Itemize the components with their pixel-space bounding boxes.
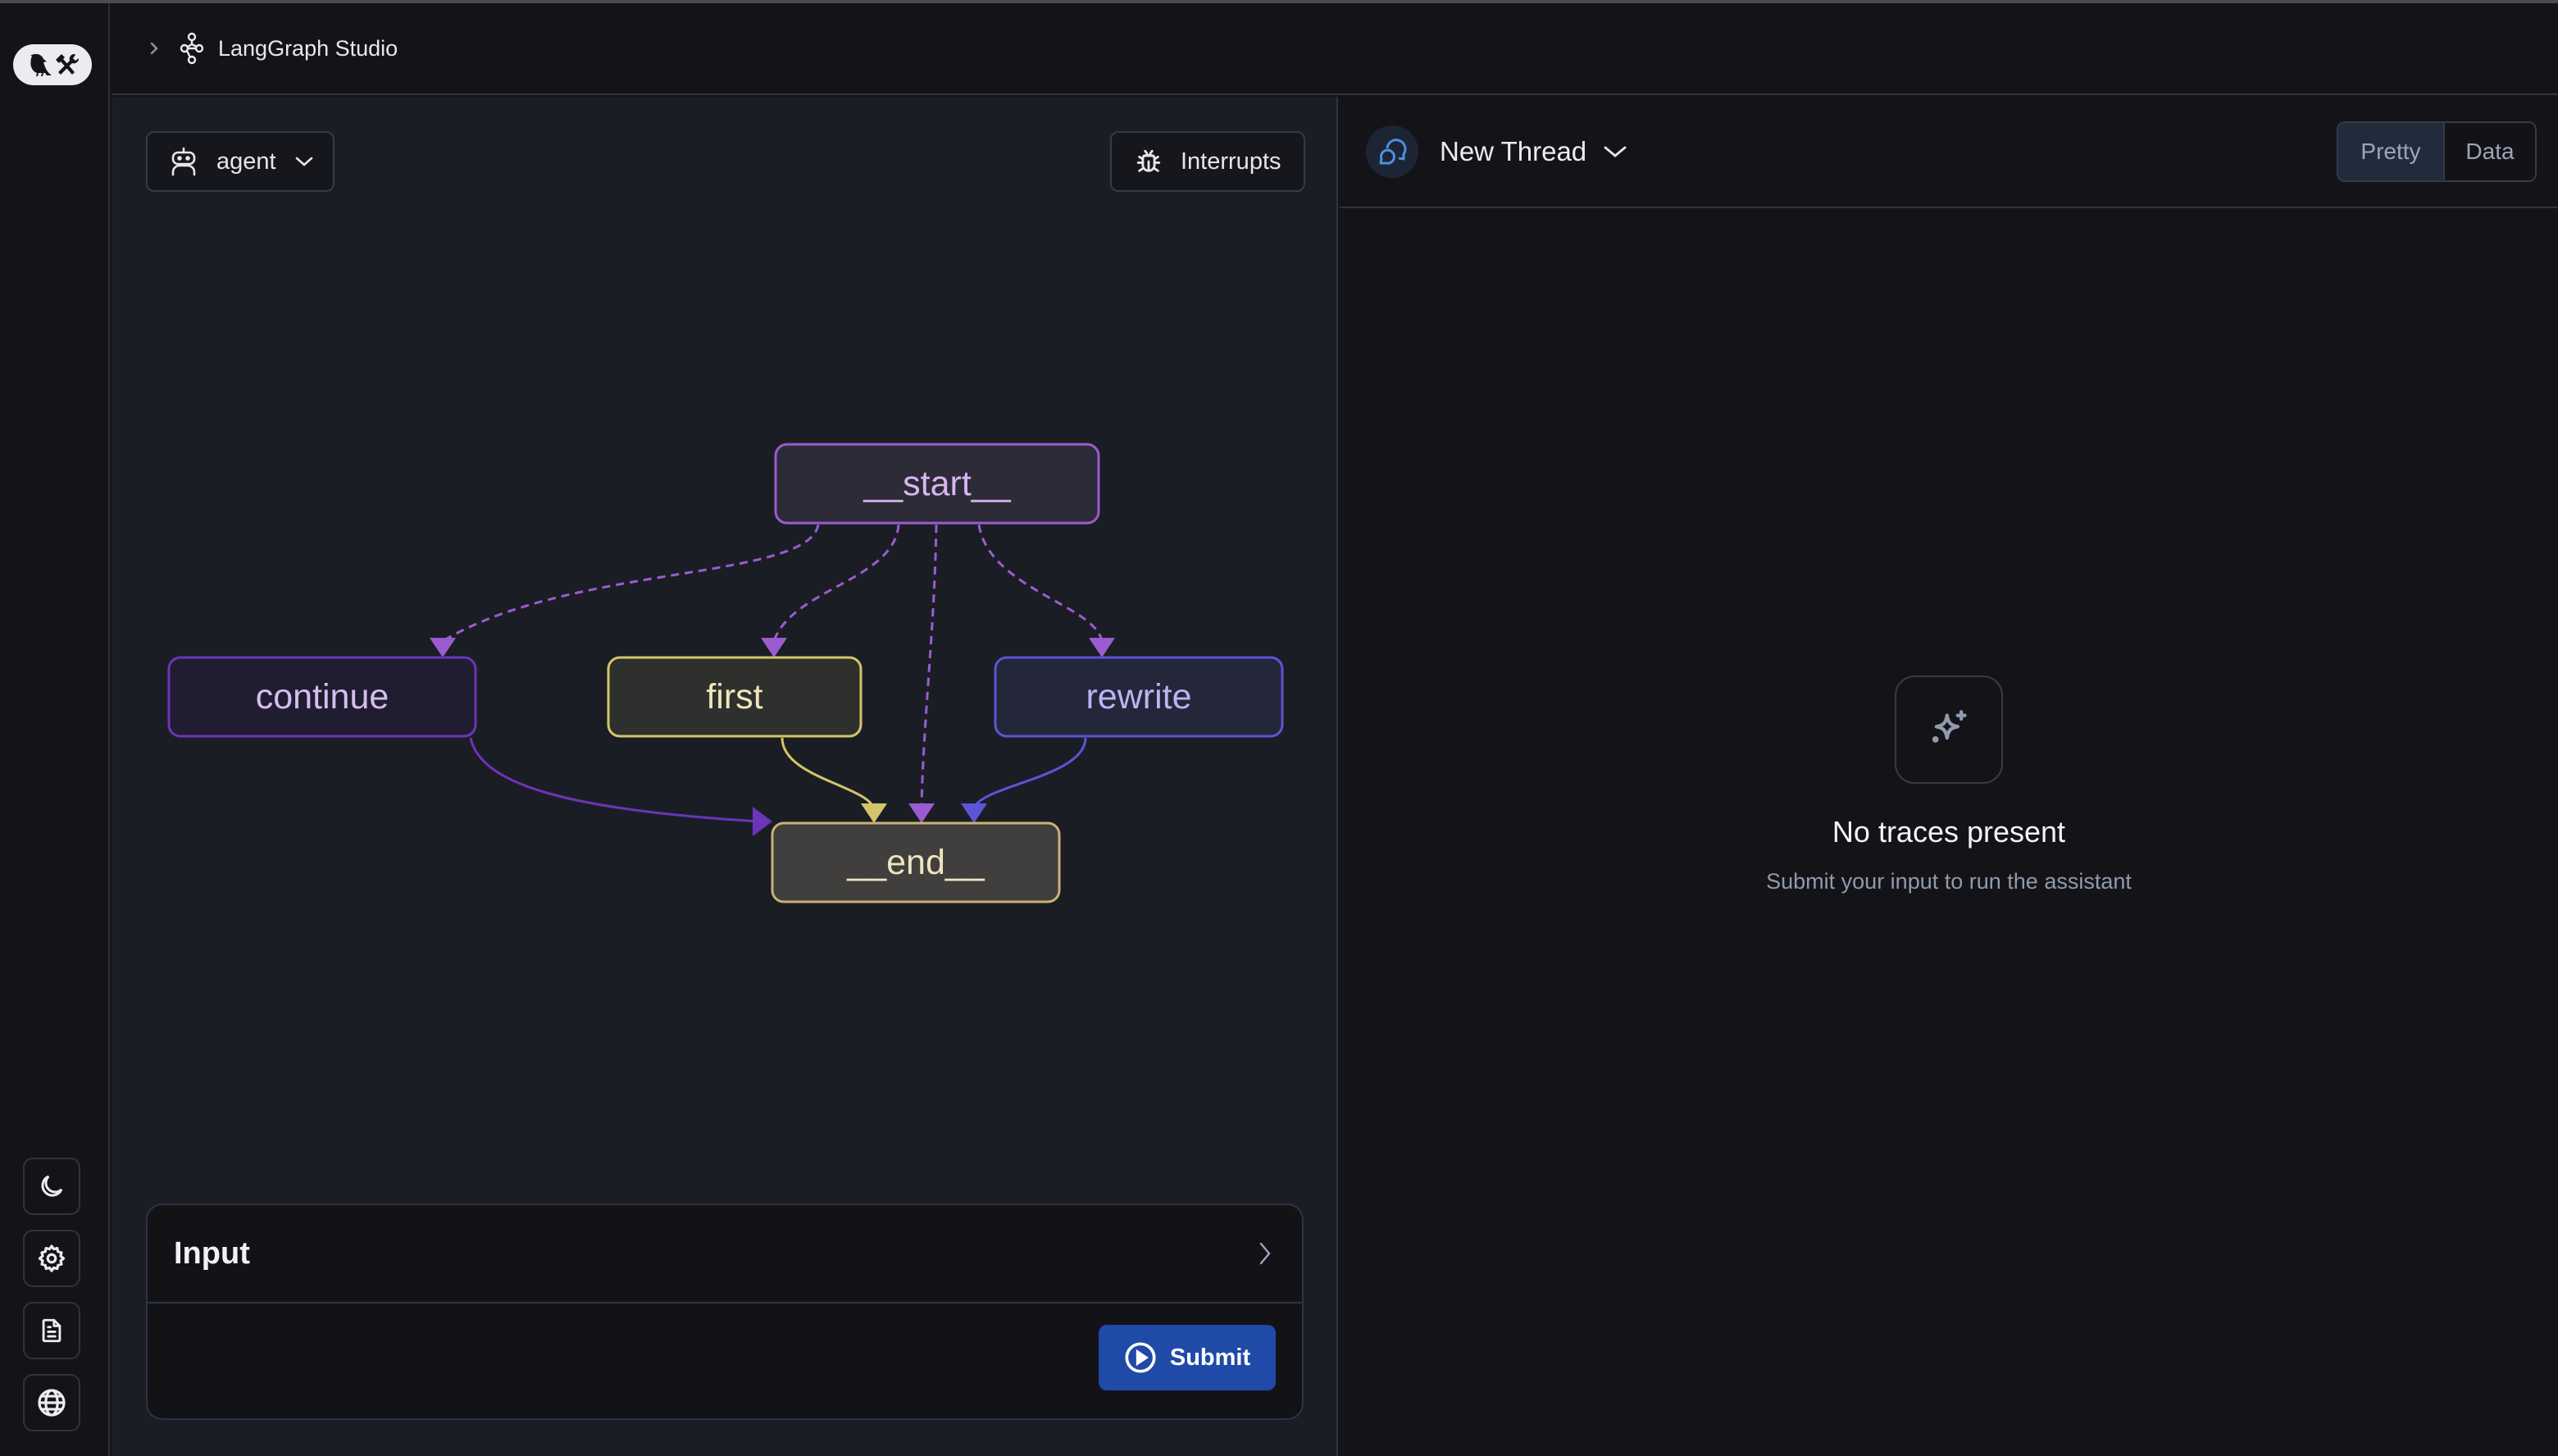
globe-icon [38,1389,66,1417]
edge-rewrite-end [972,737,1087,809]
arrowhead-start-end [908,803,935,823]
node-first-label: first [706,677,762,717]
theme-toggle-button[interactable] [23,1158,80,1215]
edge-start-rewrite [977,524,1104,642]
top-header: LangGraph Studio [112,3,2558,95]
node-end[interactable]: __end__ [771,821,1061,903]
node-start-label: __start__ [863,464,1011,503]
sidebar-rail [0,3,110,1456]
thread-header: New Thread Pretty Data [1340,97,2558,208]
parrot-tools-icon [30,53,80,76]
graph-panel: agent Interrupts __start__ continue firs… [112,97,1338,1456]
thread-title[interactable]: New Thread [1440,136,1586,167]
edge-continue-end [469,737,760,823]
sidebar-expand-chevron-icon[interactable] [148,39,161,57]
arrowhead-first-end [861,803,887,823]
web-button[interactable] [23,1374,80,1431]
play-circle-icon [1124,1341,1157,1374]
graph-canvas: __start__ continue first rewrite __end__ [167,443,1284,903]
app-title: LangGraph Studio [218,35,398,61]
gear-icon [38,1244,66,1272]
node-rewrite[interactable]: rewrite [994,656,1284,738]
input-header[interactable]: Input [148,1205,1302,1304]
node-first[interactable]: first [607,656,863,738]
arrowhead-continue-end [753,807,772,836]
input-card: Input Submit [146,1203,1304,1420]
moon-icon [41,1175,63,1197]
node-end-label: __end__ [846,843,985,882]
submit-button[interactable]: Submit [1099,1325,1276,1390]
empty-state: No traces present Submit your input to r… [1340,676,2558,894]
settings-button[interactable] [23,1230,80,1287]
input-title: Input [174,1235,250,1271]
empty-state-subtitle: Submit your input to run the assistant [1766,869,2132,894]
node-start[interactable]: __start__ [774,443,1100,525]
docs-button[interactable] [23,1302,80,1359]
graph-nodes-icon [179,32,205,65]
edge-first-end [781,737,876,809]
arrowhead-continue [430,638,456,657]
thread-panel: New Thread Pretty Data No traces present… [1340,97,2558,1456]
edge-start-first [772,524,900,642]
chat-bubbles-icon [1379,139,1407,165]
empty-state-title: No traces present [1832,815,2066,849]
edge-start-end [920,524,938,809]
document-icon [42,1318,61,1343]
chevron-right-icon[interactable] [1258,1240,1272,1267]
node-continue[interactable]: continue [167,656,477,738]
arrowhead-first [761,638,787,657]
submit-label: Submit [1169,1344,1251,1371]
node-rewrite-label: rewrite [1086,677,1191,717]
view-toggle: Pretty Data [2337,121,2537,182]
edge-start-continue [442,524,820,643]
view-toggle-data[interactable]: Data [2445,123,2535,180]
app-logo[interactable] [13,44,92,85]
empty-state-icon-box [1895,676,2003,784]
view-toggle-pretty[interactable]: Pretty [2338,123,2445,180]
sparkles-icon [1932,710,1967,743]
arrowhead-rewrite [1089,638,1115,657]
thread-chevron-down-icon[interactable] [1603,144,1627,159]
thread-avatar [1366,125,1418,178]
arrowhead-rewrite-end [961,803,987,823]
node-continue-label: continue [256,677,389,717]
